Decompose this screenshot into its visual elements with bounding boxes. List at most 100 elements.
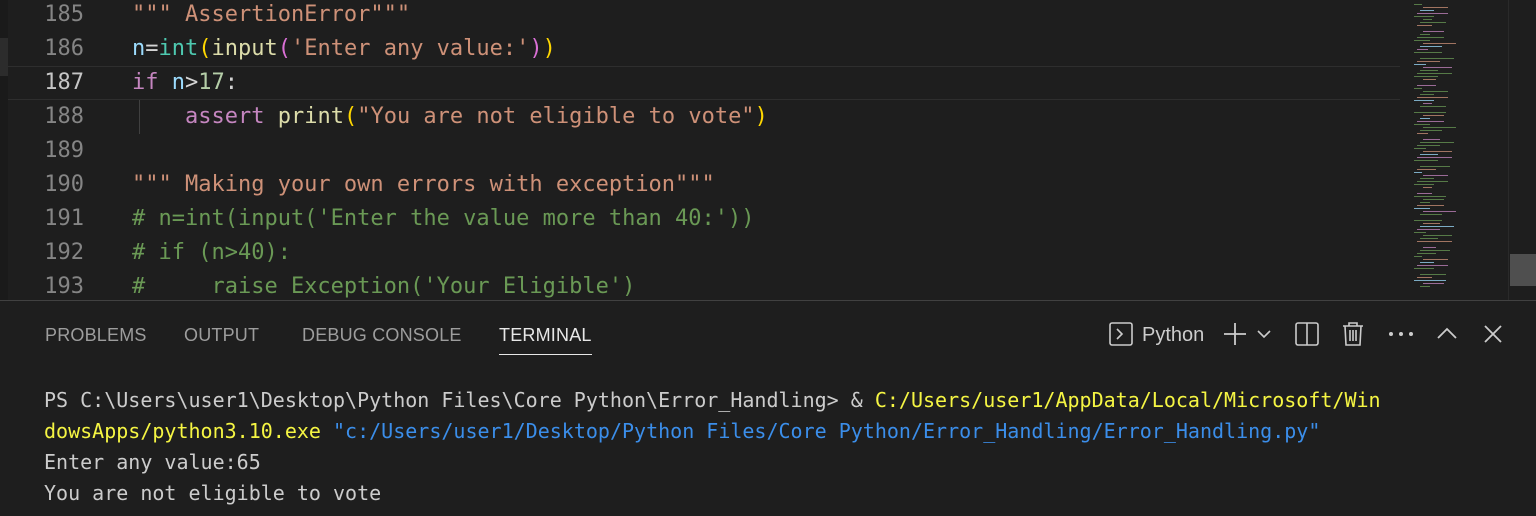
minimap-line — [1417, 133, 1428, 134]
minimap-line — [1420, 142, 1454, 143]
terminal-line: Enter any value:65 — [44, 450, 261, 474]
minimap-line — [1420, 202, 1430, 203]
minimap-line — [1414, 88, 1422, 89]
minimap-line — [1414, 184, 1434, 185]
code-text[interactable]: if n>17: — [132, 66, 238, 100]
minimap-line — [1423, 211, 1456, 212]
minimap-line — [1414, 16, 1434, 17]
minimap-line — [1414, 196, 1446, 197]
line-number: 187 — [44, 70, 84, 95]
code-line[interactable]: 193 # raise Exception('Your Eligible') — [8, 270, 1400, 300]
minimap-line — [1423, 187, 1432, 188]
minimap-line — [1417, 97, 1448, 98]
line-number: 188 — [44, 104, 84, 129]
code-line[interactable]: 190 """ Making your own errors with excep… — [8, 168, 1400, 202]
minimap-line — [1417, 25, 1432, 26]
minimap-line — [1420, 214, 1442, 215]
line-number: 186 — [44, 36, 84, 61]
code-text[interactable]: """ AssertionError""" — [132, 0, 410, 32]
indent-guide — [139, 100, 140, 134]
tab-debug-console[interactable]: DEBUG CONSOLE — [302, 323, 462, 355]
minimap-line — [1420, 118, 1430, 119]
activity-indicator — [0, 38, 8, 76]
minimap-line — [1420, 94, 1434, 95]
minimap-line — [1414, 268, 1434, 269]
minimap-line — [1423, 31, 1444, 32]
plus-icon[interactable] — [1220, 317, 1250, 351]
tab-problems[interactable]: PROBLEMS — [45, 323, 147, 355]
close-icon[interactable] — [1480, 317, 1506, 351]
code-line[interactable]: 189 — [8, 134, 1400, 168]
minimap-line — [1423, 247, 1436, 248]
minimap-line — [1417, 37, 1444, 38]
editor-scrollbar[interactable] — [1508, 0, 1536, 300]
minimap-line — [1417, 229, 1440, 230]
minimap-line — [1420, 250, 1450, 251]
code-text[interactable]: n=int(input('Enter any value:')) — [132, 32, 556, 66]
tab-terminal-label: TERMINAL — [499, 325, 592, 345]
terminal-icon[interactable] — [1106, 317, 1136, 351]
tab-debug-console-label: DEBUG CONSOLE — [302, 325, 462, 345]
code-line[interactable]: 185 """ AssertionError""" — [8, 0, 1400, 32]
code-line[interactable]: 186 n=int(input('Enter any value:')) — [8, 32, 1400, 66]
minimap-line — [1420, 70, 1438, 71]
minimap-line — [1423, 259, 1448, 260]
minimap-line — [1423, 43, 1456, 44]
code-line[interactable]: 188 assert print("You are not eligible t… — [8, 100, 1400, 134]
minimap-line — [1417, 205, 1444, 206]
tab-output-label: OUTPUT — [184, 325, 260, 345]
minimap-line — [1423, 115, 1444, 116]
minimap-line — [1417, 253, 1436, 254]
minimap-line — [1420, 178, 1434, 179]
chevron-down-icon[interactable] — [1254, 317, 1274, 351]
editor-scrollbar-thumb[interactable] — [1510, 254, 1536, 286]
minimap-line — [1417, 49, 1428, 50]
line-number: 192 — [44, 240, 84, 265]
minimap-line — [1414, 148, 1426, 149]
minimap-line — [1420, 286, 1430, 287]
code-text[interactable]: """ Making your own errors with exceptio… — [132, 168, 715, 202]
minimap-line — [1423, 151, 1452, 152]
minimap-line — [1420, 22, 1446, 23]
minimap-line — [1420, 34, 1430, 35]
code-line[interactable]: 187 if n>17: — [8, 66, 1400, 100]
minimap-line — [1414, 172, 1422, 173]
minimap-line — [1414, 208, 1430, 209]
code-editor[interactable]: 185 """ AssertionError""" 186 n=int(input('… — [0, 0, 1536, 300]
minimap-line — [1420, 274, 1446, 275]
bottom-panel: PROBLEMS OUTPUT DEBUG CONSOLE TERMINAL P… — [0, 300, 1536, 516]
minimap-line — [1420, 226, 1454, 227]
minimap-line — [1417, 169, 1436, 170]
active-tab-indicator — [499, 354, 592, 355]
terminal-line: dowsApps/python3.10.exe "c:/Users/user1/… — [44, 419, 1321, 443]
line-number: 185 — [44, 2, 84, 27]
minimap-line — [1423, 139, 1440, 140]
minimap-line — [1414, 256, 1422, 257]
code-text[interactable]: assert print("You are not eligible to vo… — [132, 100, 768, 134]
minimap-line — [1420, 154, 1438, 155]
minimap-line — [1420, 58, 1454, 59]
code-text[interactable]: # n=int(input('Enter the value more than… — [132, 202, 755, 236]
minimap-line — [1417, 241, 1452, 242]
terminal-output[interactable]: PS C:\Users\user1\Desktop\Python Files\C… — [44, 385, 1504, 509]
line-number: 191 — [44, 206, 84, 231]
code-line[interactable]: 192 # if (n>40): — [8, 236, 1400, 270]
minimap-line — [1417, 85, 1436, 86]
minimap[interactable] — [1404, 0, 1508, 300]
split-icon[interactable] — [1292, 317, 1322, 351]
tab-terminal[interactable]: TERMINAL — [499, 323, 592, 355]
code-text[interactable]: # if (n>40): — [132, 236, 291, 270]
minimap-line — [1414, 40, 1430, 41]
minimap-line — [1417, 265, 1448, 266]
minimap-line — [1417, 61, 1440, 62]
terminal-profile-label[interactable]: Python — [1142, 321, 1204, 349]
code-text[interactable]: # raise Exception('Your Eligible') — [132, 270, 635, 300]
more-icon[interactable] — [1386, 317, 1416, 351]
minimap-line — [1417, 145, 1440, 146]
minimap-line — [1423, 283, 1444, 284]
chevron-up-icon[interactable] — [1434, 317, 1460, 351]
tab-output[interactable]: OUTPUT — [184, 323, 259, 355]
trash-icon[interactable] — [1338, 317, 1368, 351]
code-line[interactable]: 191 # n=int(input('Enter the value more t… — [8, 202, 1400, 236]
minimap-line — [1414, 64, 1426, 65]
